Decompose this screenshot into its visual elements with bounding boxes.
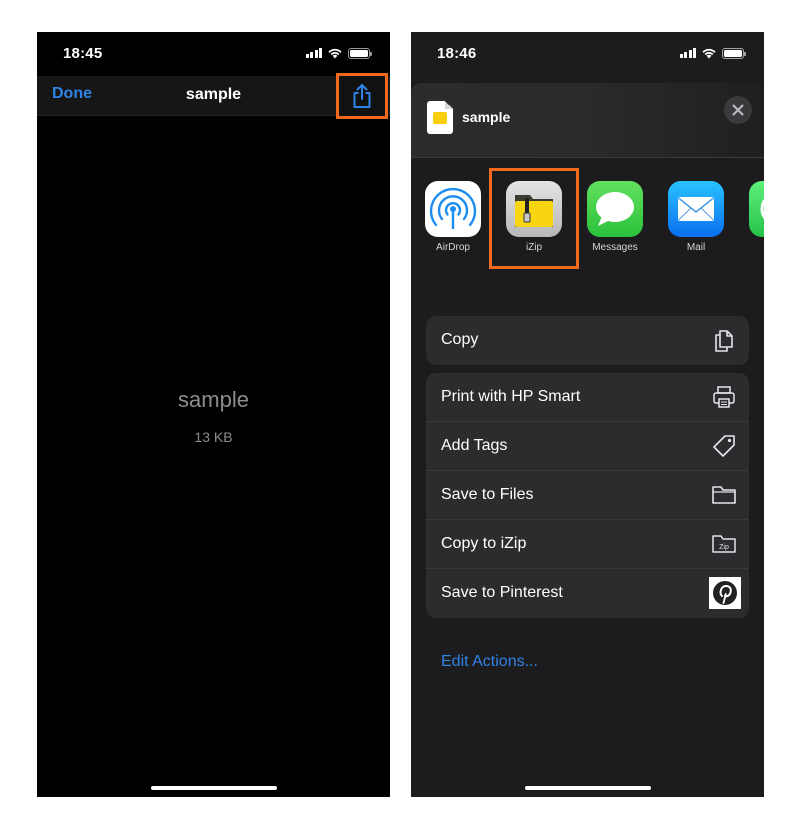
actions-list: Print with HP Smart Add Tags Save to Fil… <box>426 373 749 618</box>
status-icons <box>305 47 372 59</box>
battery-icon <box>348 47 372 59</box>
copy-icon <box>710 326 738 354</box>
home-indicator[interactable] <box>524 786 651 790</box>
phone-screen-left: 18:45 Done sample sample 13 KB <box>37 32 390 797</box>
share-app-row: AirDrop iZip Messages Mail <box>411 168 764 308</box>
navigation-bar: Done sample <box>37 73 390 119</box>
share-sheet-title: sample <box>462 109 511 125</box>
action-label: Save to Pinterest <box>441 584 563 601</box>
share-app-whatsapp[interactable]: Wh <box>742 181 764 253</box>
file-preview-name: sample <box>178 387 249 412</box>
status-bar: 18:46 <box>411 32 764 76</box>
pinterest-icon <box>709 577 741 609</box>
action-label: Print with HP Smart <box>441 388 581 405</box>
file-thumbnail-icon <box>427 101 453 134</box>
copy-action-group: Copy <box>426 316 749 365</box>
tag-icon <box>710 432 738 460</box>
app-label: Messages <box>592 242 638 253</box>
wifi-icon <box>328 48 342 59</box>
cellular-signal-icon <box>679 48 696 58</box>
share-icon <box>353 84 371 108</box>
home-indicator[interactable] <box>150 786 277 790</box>
mail-icon <box>668 181 724 237</box>
action-label: Copy <box>441 331 479 348</box>
share-app-messages[interactable]: Messages <box>580 181 650 253</box>
action-save-to-files[interactable]: Save to Files <box>426 471 749 520</box>
share-sheet: sample AirDrop iZip Messages Mail Copy P… <box>411 83 764 797</box>
edit-actions-link[interactable]: Edit Actions... <box>441 653 538 671</box>
action-copy-to-izip[interactable]: Copy to iZip Zip <box>426 520 749 569</box>
status-icons <box>679 47 746 59</box>
action-copy[interactable]: Copy <box>426 316 749 365</box>
izip-highlight-box <box>489 168 579 269</box>
status-time: 18:46 <box>437 45 477 62</box>
cellular-signal-icon <box>305 48 322 58</box>
zip-folder-icon: Zip <box>710 530 738 558</box>
share-app-airdrop[interactable]: AirDrop <box>418 181 488 253</box>
messages-icon <box>587 181 643 237</box>
close-button[interactable] <box>724 96 752 124</box>
phone-screen-right: 18:46 sample AirDrop iZip Messages Mail … <box>411 32 764 797</box>
close-icon <box>732 104 744 116</box>
share-sheet-header: sample <box>411 83 764 158</box>
folder-icon <box>710 481 738 509</box>
whatsapp-icon <box>749 181 764 237</box>
action-label: Copy to iZip <box>441 535 527 552</box>
status-time: 18:45 <box>63 45 103 62</box>
battery-icon <box>722 47 746 59</box>
action-add-tags[interactable]: Add Tags <box>426 422 749 471</box>
action-label: Add Tags <box>441 437 508 454</box>
app-label: Mail <box>686 242 706 253</box>
wifi-icon <box>702 48 716 59</box>
app-label: AirDrop <box>436 242 470 253</box>
action-print-hp-smart[interactable]: Print with HP Smart <box>426 373 749 422</box>
printer-icon <box>710 383 738 411</box>
airdrop-icon <box>425 181 481 237</box>
action-save-to-pinterest[interactable]: Save to Pinterest <box>426 569 749 618</box>
file-preview-size: 13 KB <box>194 429 233 445</box>
zip-icon-text: Zip <box>719 544 729 551</box>
status-bar: 18:45 <box>37 32 390 76</box>
action-label: Save to Files <box>441 486 534 503</box>
share-button[interactable] <box>336 73 388 119</box>
app-label: Wh <box>742 242 764 253</box>
share-app-mail[interactable]: Mail <box>661 181 731 253</box>
